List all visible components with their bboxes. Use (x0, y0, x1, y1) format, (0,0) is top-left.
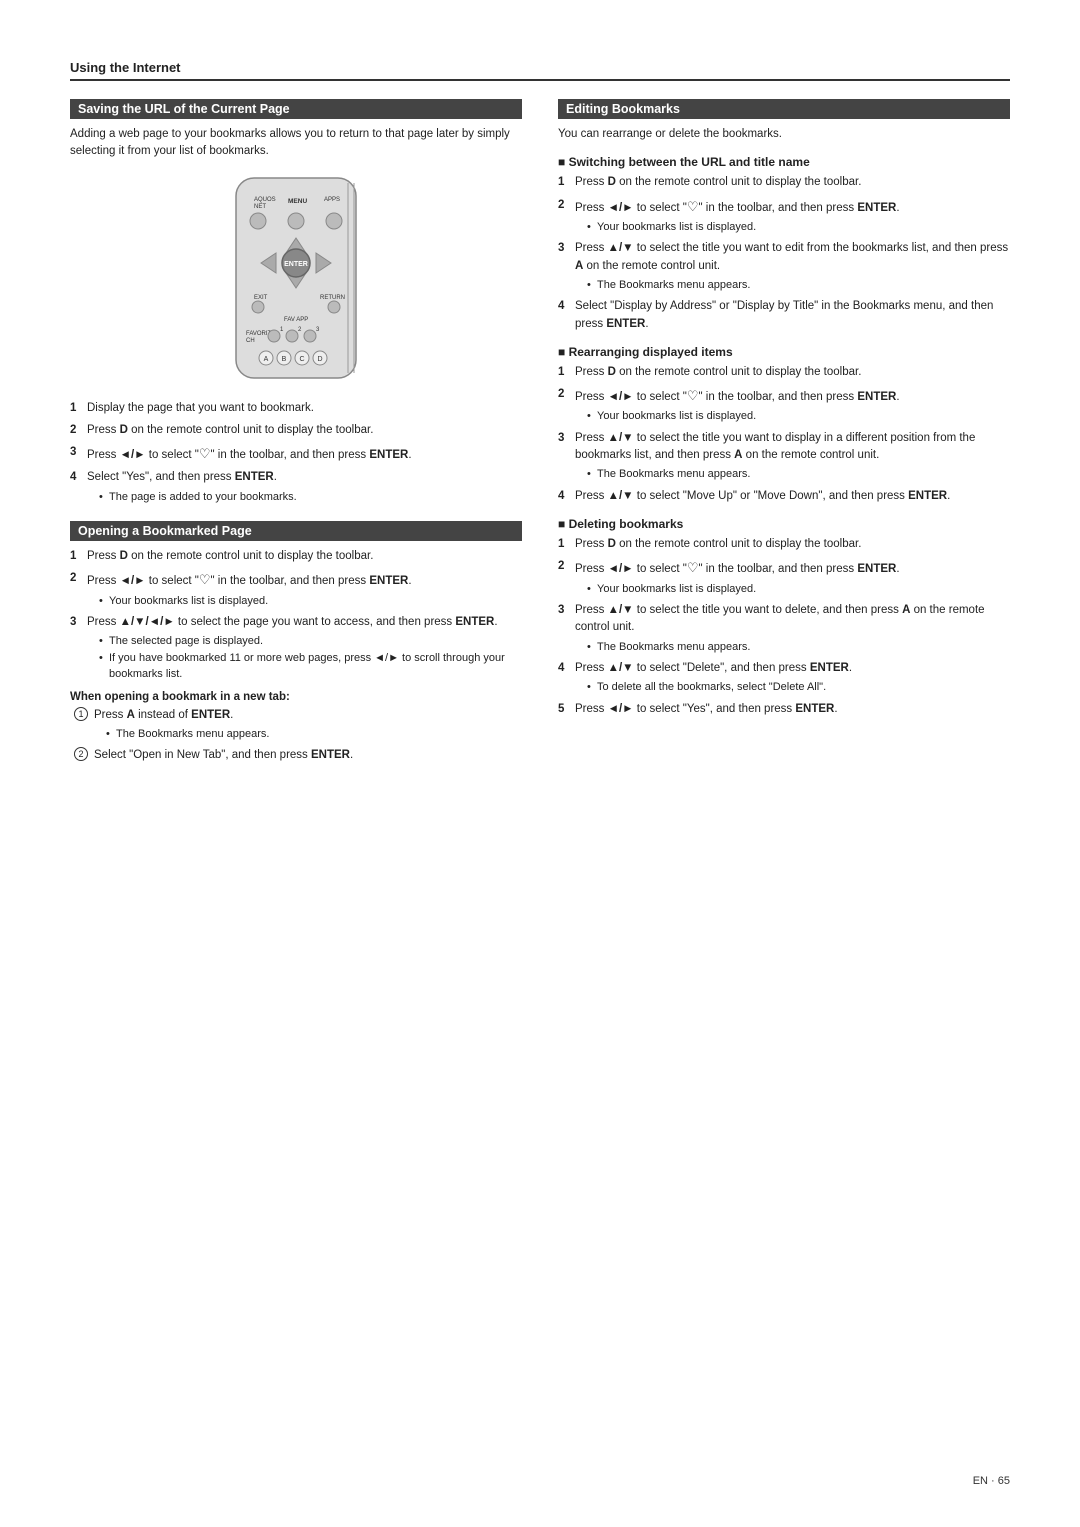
deleting-step-2: 2 Press ◄/► to select "♡" in the toolbar… (558, 558, 1010, 597)
switching-step-2-bullet: Your bookmarks list is displayed. (587, 219, 1010, 236)
when-title: When opening a bookmark in a new tab: (70, 691, 522, 703)
deleting-step-4: 4 Press ▲/▼ to select "Delete", and then… (558, 660, 1010, 696)
opening-step-2-bullet: Your bookmarks list is displayed. (99, 593, 522, 610)
page-header: Using the Internet (70, 60, 1010, 81)
svg-text:AQUOS: AQUOS (254, 197, 276, 203)
rearranging-step-3-bullet: The Bookmarks menu appears. (587, 466, 1010, 483)
switching-step-1: 1 Press D on the remote control unit to … (558, 174, 1010, 191)
rearranging-step-2: 2 Press ◄/► to select "♡" in the toolbar… (558, 386, 1010, 425)
deleting-step-3-bullet: The Bookmarks menu appears. (587, 639, 1010, 656)
opening-step-1: 1 Press D on the remote control unit to … (70, 548, 522, 565)
editing-section-intro: You can rearrange or delete the bookmark… (558, 126, 1010, 143)
saving-step-3: 3 Press ◄/► to select "♡" in the toolbar… (70, 444, 522, 464)
page-header-title: Using the Internet (70, 60, 181, 75)
when-item-1: 1 Press A instead of ENTER. The Bookmark… (70, 707, 522, 743)
saving-step-4: 4 Select "Yes", and then press ENTER. Th… (70, 469, 522, 505)
deleting-subsection-header: Deleting bookmarks (558, 517, 1010, 531)
svg-text:D: D (317, 356, 322, 363)
opening-step-2: 2 Press ◄/► to select "♡" in the toolbar… (70, 570, 522, 609)
saving-step-2: 2 Press D on the remote control unit to … (70, 422, 522, 439)
saving-steps: 1 Display the page that you want to book… (70, 400, 522, 506)
when-circle-1: 1 (74, 707, 88, 721)
svg-text:C: C (299, 356, 304, 363)
when-circle-2: 2 (74, 747, 88, 761)
saving-section-intro: Adding a web page to your bookmarks allo… (70, 126, 522, 161)
left-column: Saving the URL of the Current Page Addin… (70, 99, 522, 768)
switching-steps: 1 Press D on the remote control unit to … (558, 174, 1010, 333)
deleting-step-5: 5 Press ◄/► to select "Yes", and then pr… (558, 701, 1010, 718)
saving-step-4-bullet: The page is added to your bookmarks. (99, 489, 522, 506)
page-number: EN · 65 (973, 1475, 1010, 1487)
switching-step-4: 4 Select "Display by Address" or "Displa… (558, 298, 1010, 333)
when-item-2: 2 Select "Open in New Tab", and then pre… (70, 747, 522, 764)
svg-text:EXIT: EXIT (254, 295, 268, 301)
editing-section-header: Editing Bookmarks (558, 99, 1010, 119)
svg-text:A: A (264, 356, 269, 363)
deleting-step-3: 3 Press ▲/▼ to select the title you want… (558, 602, 1010, 655)
when-item-1-bullet: The Bookmarks menu appears. (106, 726, 522, 743)
deleting-steps: 1 Press D on the remote control unit to … (558, 536, 1010, 718)
remote-illustration: AQUOS NET MENU APPS (70, 173, 522, 386)
opening-steps: 1 Press D on the remote control unit to … (70, 548, 522, 683)
saving-step-1: 1 Display the page that you want to book… (70, 400, 522, 417)
saving-section-header: Saving the URL of the Current Page (70, 99, 522, 119)
switching-subsection-header: Switching between the URL and title name (558, 155, 1010, 169)
switching-step-2: 2 Press ◄/► to select "♡" in the toolbar… (558, 197, 1010, 236)
switching-step-3: 3 Press ▲/▼ to select the title you want… (558, 240, 1010, 293)
rearranging-subsection-header: Rearranging displayed items (558, 345, 1010, 359)
opening-section: Opening a Bookmarked Page 1 Press D on t… (70, 521, 522, 764)
svg-text:FAV APP: FAV APP (284, 317, 308, 323)
deleting-subsection: Deleting bookmarks 1 Press D on the remo… (558, 517, 1010, 718)
page-container: Using the Internet Saving the URL of the… (70, 60, 1010, 768)
rearranging-step-2-bullet: Your bookmarks list is displayed. (587, 408, 1010, 425)
opening-step-3: 3 Press ▲/▼/◄/► to select the page you w… (70, 614, 522, 683)
right-column: Editing Bookmarks You can rearrange or d… (558, 99, 1010, 768)
svg-text:APPS: APPS (324, 197, 340, 203)
switching-step-3-bullet: The Bookmarks menu appears. (587, 277, 1010, 294)
rearranging-subsection: Rearranging displayed items 1 Press D on… (558, 345, 1010, 505)
svg-text:B: B (282, 356, 287, 363)
rearranging-step-4: 4 Press ▲/▼ to select "Move Up" or "Move… (558, 488, 1010, 505)
svg-text:NET: NET (254, 204, 266, 210)
when-block: When opening a bookmark in a new tab: 1 … (70, 691, 522, 764)
svg-text:ENTER: ENTER (284, 261, 308, 268)
deleting-step-2-bullet: Your bookmarks list is displayed. (587, 581, 1010, 598)
switching-subsection: Switching between the URL and title name… (558, 155, 1010, 333)
remote-svg: AQUOS NET MENU APPS (216, 173, 376, 383)
deleting-step-1: 1 Press D on the remote control unit to … (558, 536, 1010, 553)
deleting-step-4-bullet: To delete all the bookmarks, select "Del… (587, 679, 1010, 696)
opening-step-3-bullet-2: If you have bookmarked 11 or more web pa… (99, 650, 522, 683)
svg-text:MENU: MENU (288, 198, 307, 205)
opening-step-3-bullet-1: The selected page is displayed. (99, 633, 522, 650)
saving-section: Saving the URL of the Current Page Addin… (70, 99, 522, 505)
svg-text:CH: CH (246, 338, 255, 344)
svg-text:RETURN: RETURN (320, 295, 345, 301)
rearranging-step-1: 1 Press D on the remote control unit to … (558, 364, 1010, 381)
opening-section-header: Opening a Bookmarked Page (70, 521, 522, 541)
page-footer: EN · 65 (973, 1475, 1010, 1487)
rearranging-step-3: 3 Press ▲/▼ to select the title you want… (558, 430, 1010, 483)
rearranging-steps: 1 Press D on the remote control unit to … (558, 364, 1010, 505)
editing-section: Editing Bookmarks You can rearrange or d… (558, 99, 1010, 718)
